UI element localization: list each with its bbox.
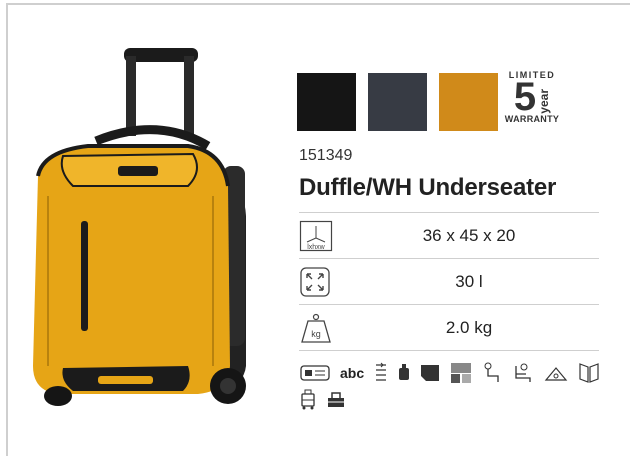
laundry-icon xyxy=(544,362,568,384)
dimensions-value: 36 x 45 x 20 xyxy=(422,225,516,245)
product-image xyxy=(33,48,246,406)
seat-icon xyxy=(512,362,534,384)
expandable-icon xyxy=(374,362,388,384)
top-handle-icon xyxy=(326,388,346,410)
id-card-icon xyxy=(300,362,330,384)
warranty-year-label: year xyxy=(537,89,552,114)
divider-icon xyxy=(578,362,600,384)
feature-icons: abc xyxy=(300,360,600,412)
color-swatches xyxy=(297,73,498,131)
warranty-label: WARRANTY xyxy=(504,114,560,124)
spec-dimensions: lxhxw 36 x 45 x 20 xyxy=(299,212,599,258)
abc-text-icon: abc xyxy=(340,365,365,381)
pocket-icon xyxy=(420,362,440,384)
product-sku: 151349 xyxy=(299,147,353,164)
trolley-icon xyxy=(300,388,316,410)
swatch-amber[interactable] xyxy=(439,73,498,131)
product-title: Duffle/WH Underseater xyxy=(299,174,557,201)
specs-table: lxhxw 36 x 45 x 20 30 l kg 2.0 kg xyxy=(299,212,599,351)
spec-weight: kg 2.0 kg xyxy=(299,304,599,351)
hanger-icon xyxy=(482,362,502,384)
material-icon xyxy=(450,362,472,384)
swatch-graphite[interactable] xyxy=(368,73,427,131)
weight-value: 2.0 kg xyxy=(445,317,493,337)
warranty-years: 5 xyxy=(513,75,537,119)
lock-icon xyxy=(398,362,410,384)
swatch-black[interactable] xyxy=(297,73,356,131)
warranty-badge: LIMITED 5 year WARRANTY xyxy=(501,70,563,124)
spec-volume: 30 l xyxy=(299,258,599,304)
volume-value: 30 l xyxy=(455,271,483,291)
